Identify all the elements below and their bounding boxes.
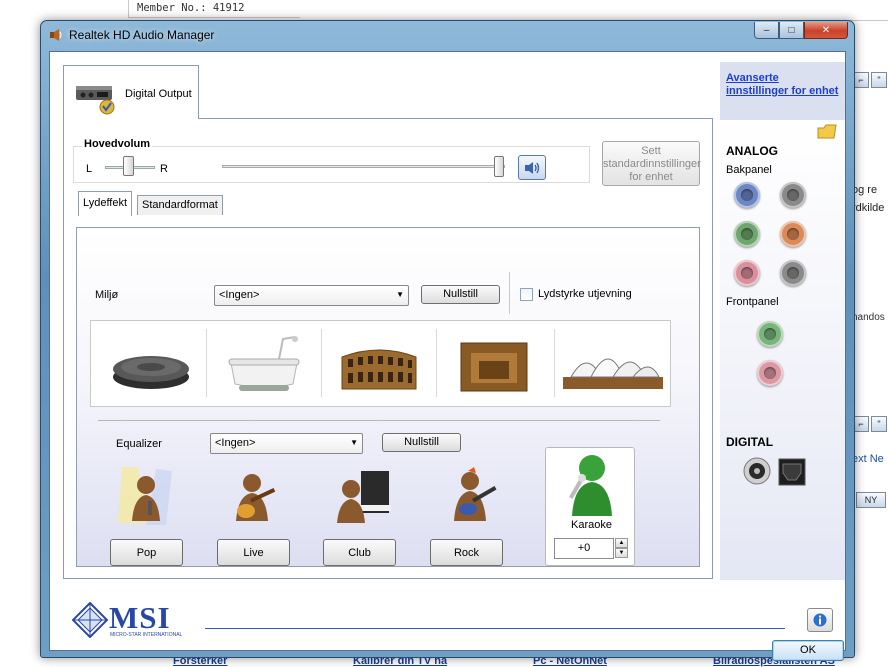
back-jack-pink[interactable]	[734, 260, 760, 286]
info-icon	[813, 613, 827, 627]
equalizer-label: Equalizer	[116, 438, 162, 450]
analog-title: ANALOG	[726, 144, 778, 158]
connector-panel-body: ANALOG Bakpanel Frontpanel DIGITAL	[720, 120, 845, 580]
stone-disc-environment-icon[interactable]	[96, 329, 206, 399]
folder-icon[interactable]	[816, 122, 838, 140]
speaker-volume-icon	[525, 161, 540, 174]
divider	[321, 329, 322, 397]
advanced-device-settings-link[interactable]: Avanserte innstillinger for enhet	[726, 72, 839, 98]
rock-guitarist-icon	[454, 467, 497, 521]
karaoke-label: Karaoke	[571, 519, 612, 531]
back-jack-gray-2[interactable]	[780, 260, 806, 286]
audio-manager-window: Realtek HD Audio Manager – □ ✕ Digital O…	[40, 20, 855, 661]
back-jack-blue[interactable]	[734, 182, 760, 208]
chevron-down-icon: ▼	[350, 438, 358, 447]
coaxial-output-icon[interactable]	[742, 456, 772, 486]
tab-default-format[interactable]: Standardformat	[137, 195, 223, 215]
background-link[interactable]: ext Ne	[852, 453, 884, 465]
karaoke-value-field[interactable]: +0	[554, 538, 614, 559]
device-tab-digital-output[interactable]: Digital Output	[63, 65, 199, 119]
colosseum-environment-icon[interactable]	[324, 329, 434, 399]
club-pianist-icon	[337, 471, 391, 523]
master-volume-thumb[interactable]	[494, 156, 504, 177]
karaoke-singer-icon	[569, 455, 612, 516]
speaker-app-icon	[50, 29, 62, 41]
environment-reset-button[interactable]: Nullstill	[421, 285, 500, 304]
connector-side-panel: Avanserte innstillinger for enhet ANALOG…	[720, 62, 845, 580]
msi-brand-subtitle: MICRO-STAR INTERNATIONAL	[110, 632, 183, 638]
title-bar[interactable]: Realtek HD Audio Manager – □ ✕	[41, 21, 854, 49]
environment-select-value: <Ingen>	[219, 289, 260, 301]
equalizer-select[interactable]: <Ingen> ▼	[210, 433, 363, 454]
background-quote-icon: ⌐	[853, 416, 869, 432]
background-text: rdkilde	[852, 202, 885, 214]
stone-room-environment-icon[interactable]	[439, 329, 549, 399]
chevron-down-icon: ▼	[396, 290, 404, 299]
footer-divider	[205, 628, 785, 629]
close-button[interactable]: ✕	[804, 22, 848, 39]
digital-title: DIGITAL	[726, 435, 774, 449]
divider	[206, 329, 207, 397]
front-panel-label: Frontpanel	[726, 296, 779, 308]
background-member-number: Member No.: 41912	[128, 0, 300, 18]
loudness-equalization-label: Lydstyrke utjevning	[538, 288, 632, 300]
set-default-device-button[interactable]: Sett standardinnstillinger for enhet	[602, 141, 701, 186]
back-panel-label: Bakpanel	[726, 164, 772, 176]
advanced-settings-area: Avanserte innstillinger for enhet	[720, 62, 845, 120]
background-new-button[interactable]: NY	[856, 492, 886, 508]
info-button[interactable]	[807, 608, 833, 632]
balance-slider-thumb[interactable]	[123, 156, 134, 176]
divider	[98, 420, 660, 421]
background-quote-icon: "	[871, 72, 887, 88]
minimize-button[interactable]: –	[754, 22, 779, 39]
back-jack-green[interactable]	[734, 221, 760, 247]
background-quote-icon: ⌐	[853, 72, 869, 88]
tab-sound-effects[interactable]: Lydeffekt	[78, 191, 133, 216]
window-client-area: Digital Output Hovedvolum L R Sett stand…	[49, 51, 846, 661]
front-jack-green[interactable]	[757, 321, 783, 347]
window-title: Realtek HD Audio Manager	[69, 28, 215, 42]
background-text: nandos	[852, 312, 885, 323]
divider	[509, 272, 510, 314]
front-jack-pink[interactable]	[757, 360, 783, 386]
karaoke-stepper[interactable]: ▲ ▼	[615, 538, 628, 559]
maximize-button[interactable]: □	[779, 22, 804, 39]
equalizer-select-value: <Ingen>	[215, 437, 256, 449]
back-jack-gray[interactable]	[780, 182, 806, 208]
environment-label: Miljø	[95, 289, 119, 301]
eq-preset-live-button[interactable]: Live	[217, 539, 290, 566]
back-jack-orange[interactable]	[780, 221, 806, 247]
opera-house-environment-icon[interactable]	[557, 329, 667, 399]
background-quote-icon: "	[871, 416, 887, 432]
karaoke-panel: Karaoke +0 ▲ ▼	[545, 447, 635, 566]
mute-button[interactable]	[518, 155, 546, 180]
balance-left-label: L	[86, 163, 93, 175]
loudness-equalization-checkbox[interactable]	[520, 288, 533, 301]
equalizer-reset-button[interactable]: Nullstill	[382, 433, 461, 452]
master-volume-track[interactable]	[222, 165, 505, 168]
device-tab-label: Digital Output	[125, 88, 192, 100]
eq-preset-club-button[interactable]: Club	[323, 539, 396, 566]
master-volume-title: Hovedvolum	[82, 138, 153, 150]
divider	[436, 329, 437, 397]
eq-preset-pop-button[interactable]: Pop	[110, 539, 183, 566]
msi-emblem-icon	[72, 602, 108, 638]
balance-right-label: R	[160, 163, 168, 175]
environment-presets-strip	[90, 320, 671, 407]
live-guitarist-icon	[236, 474, 276, 521]
optical-output-icon[interactable]	[778, 458, 806, 486]
background-text: og re	[852, 184, 878, 196]
eq-preset-rock-button[interactable]: Rock	[430, 539, 503, 566]
divider	[554, 329, 555, 397]
stepper-down-icon[interactable]: ▼	[615, 548, 628, 558]
pop-singer-icon	[118, 467, 172, 525]
digital-output-device-icon	[76, 86, 115, 115]
msi-brand-text: MSI	[109, 600, 171, 635]
msi-logo: MSI MICRO-STAR INTERNATIONAL	[72, 600, 202, 640]
bathtub-environment-icon[interactable]	[209, 329, 319, 399]
background-divider	[850, 20, 888, 21]
environment-select[interactable]: <Ingen> ▼	[214, 285, 409, 306]
ok-button[interactable]: OK	[772, 640, 844, 661]
stepper-up-icon[interactable]: ▲	[615, 538, 628, 548]
